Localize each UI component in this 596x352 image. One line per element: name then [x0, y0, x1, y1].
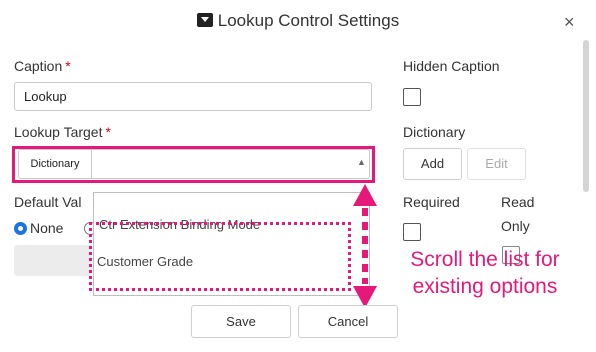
- annotation-line-2: existing options: [412, 275, 558, 298]
- lookup-target-label-text: Lookup Target: [14, 124, 103, 140]
- hidden-caption-checkbox[interactable]: [403, 88, 421, 106]
- cancel-button[interactable]: Cancel: [298, 305, 398, 338]
- scroll-double-arrow-icon: [353, 184, 377, 308]
- radio-none-label: None: [30, 220, 64, 236]
- required-checkbox[interactable]: [403, 223, 421, 241]
- dialog-scrollbar[interactable]: [583, 40, 589, 192]
- close-icon[interactable]: ×: [564, 12, 575, 33]
- highlight-box: [12, 146, 375, 183]
- dropdown-square-icon: [196, 13, 213, 27]
- default-value-label: Default Val: [14, 194, 82, 210]
- radio-none[interactable]: [14, 222, 27, 235]
- hidden-caption-label: Hidden Caption: [403, 58, 500, 74]
- highlight-dotted-box: [89, 222, 351, 291]
- caption-input-value: Lookup: [24, 89, 67, 104]
- caption-label-text: Caption: [14, 58, 63, 74]
- annotation-line-1: Scroll the list for: [410, 248, 560, 271]
- default-value-field[interactable]: [14, 245, 92, 276]
- lookup-target-label: Lookup Target *: [14, 124, 111, 140]
- read-only-label-line1: Read: [501, 194, 535, 210]
- required-asterisk: *: [65, 58, 71, 74]
- annotation-text: Scroll the list for existing options: [385, 246, 585, 300]
- edit-button[interactable]: Edit: [467, 148, 526, 180]
- lookup-control-settings-dialog: Lookup Control Settings × Caption * Looku…: [0, 0, 596, 352]
- dialog-title-text: Lookup Control Settings: [217, 11, 400, 30]
- caption-input[interactable]: Lookup: [14, 82, 372, 111]
- dictionary-label: Dictionary: [403, 124, 466, 140]
- dialog-title: Lookup Control Settings: [0, 11, 596, 31]
- read-only-label-line2: Only: [501, 218, 530, 234]
- add-button[interactable]: Add: [403, 148, 462, 180]
- caption-label: Caption *: [14, 58, 71, 74]
- required-label: Required: [403, 194, 460, 210]
- required-asterisk: *: [105, 124, 111, 140]
- save-button[interactable]: Save: [191, 305, 291, 338]
